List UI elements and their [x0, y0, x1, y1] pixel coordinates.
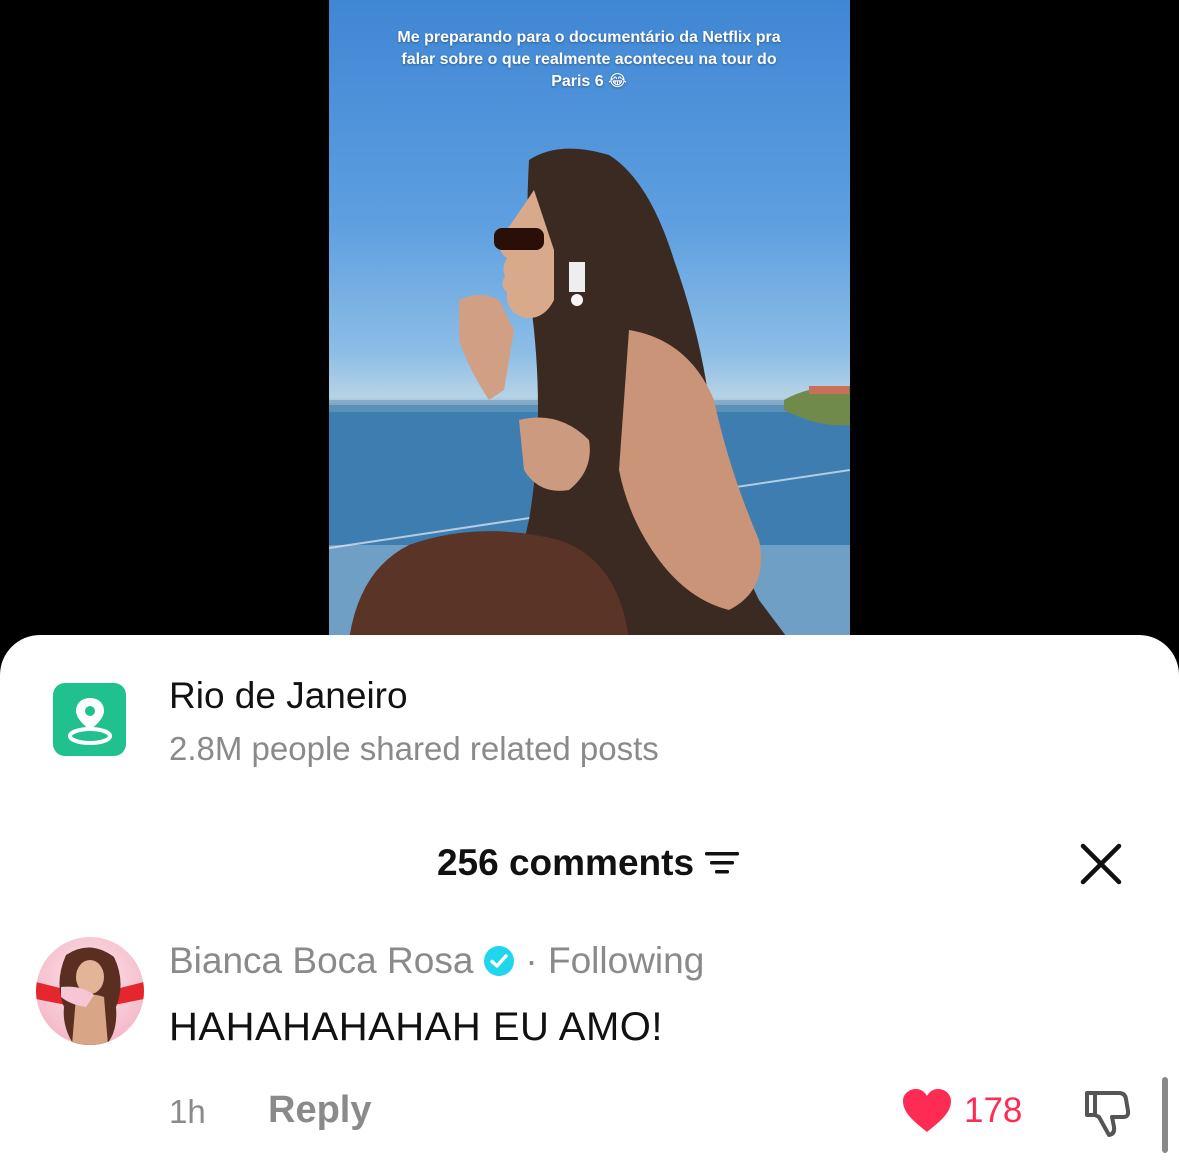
video-caption: Me preparando para o documentário da Net…: [397, 29, 781, 90]
close-icon[interactable]: [1078, 841, 1124, 887]
heart-icon: [903, 1089, 951, 1132]
comments-count-header: 256 comments: [0, 842, 1179, 884]
dislike-icon[interactable]: [1081, 1087, 1133, 1139]
verified-badge-icon: [484, 946, 515, 976]
comment-author-row: Bianca Boca Rosa · Following: [169, 940, 704, 982]
comment-timestamp: 1h: [169, 1093, 206, 1130]
location-subtitle: 2.8M people shared related posts: [169, 730, 659, 767]
video-scene: [329, 148, 850, 640]
location-title[interactable]: Rio de Janeiro: [169, 675, 408, 717]
reply-button[interactable]: Reply: [268, 1089, 371, 1132]
sort-filter-icon[interactable]: [704, 848, 742, 878]
like-button[interactable]: 178: [902, 1088, 1022, 1134]
following-label: · Following: [525, 940, 705, 981]
video-player-area[interactable]: Me preparando para o documentário da Net…: [0, 0, 1179, 640]
like-count: 178: [964, 1091, 1023, 1130]
comment-text: HAHAHAHAHAH EU AMO!: [169, 1005, 664, 1049]
scrollbar[interactable]: [1162, 1077, 1168, 1153]
avatar[interactable]: [36, 937, 144, 1045]
comment-username[interactable]: Bianca Boca Rosa: [169, 940, 473, 982]
location-pin-icon[interactable]: [53, 683, 126, 756]
comments-count: 256 comments: [436, 842, 695, 883]
video-frame[interactable]: Me preparando para o documentário da Net…: [329, 0, 850, 640]
comments-sheet: Rio de Janeiro 2.8M people shared relate…: [0, 635, 1179, 1161]
